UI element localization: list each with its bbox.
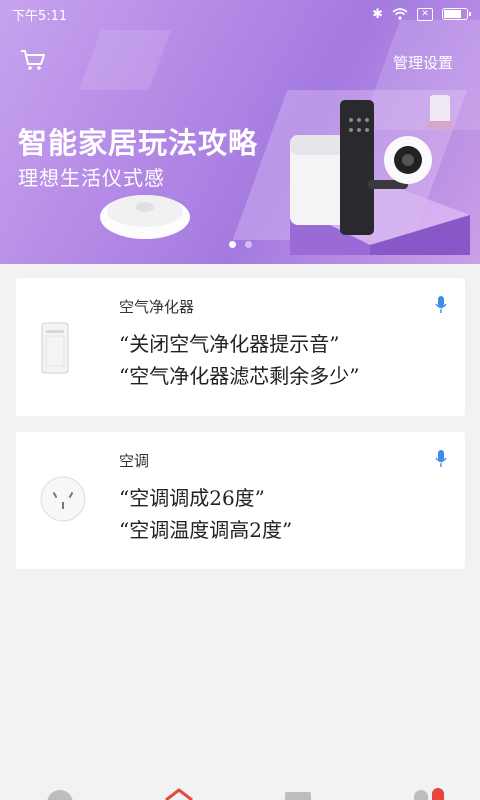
banner-pagination (229, 241, 252, 248)
banner-subtitle: 理想生活仪式感 (18, 166, 165, 190)
pagination-dot[interactable] (229, 241, 236, 248)
device-category: 空调 (119, 452, 150, 470)
wifi-icon (392, 8, 408, 20)
manage-settings-button[interactable]: 管理设置 (393, 52, 453, 73)
promo-banner[interactable]: 管理设置 智能家居玩法攻略 理想生活仪式感 (0, 0, 480, 264)
microphone-icon[interactable] (435, 296, 447, 314)
nav-house-icon[interactable] (164, 788, 194, 800)
device-category: 空气净化器 (119, 298, 195, 316)
nav-notification-dot (432, 788, 444, 800)
status-time: 下午5:11 (12, 8, 68, 24)
nav-list-icon[interactable] (285, 792, 311, 800)
voice-phrase[interactable]: “空调调成26度” (119, 482, 265, 511)
ac-socket-icon (40, 476, 86, 522)
nav-home-icon[interactable] (47, 790, 73, 800)
bluetooth-icon: ✱ (372, 6, 383, 22)
microphone-icon[interactable] (435, 450, 447, 468)
voice-phrase[interactable]: “空调温度调高2度” (119, 514, 292, 543)
cart-icon[interactable] (20, 48, 46, 72)
voice-phrase[interactable]: “关闭空气净化器提示音” (119, 328, 339, 357)
banner-title: 智能家居玩法攻略 (18, 126, 259, 160)
voice-phrase[interactable]: “空气净化器滤芯剩余多少” (119, 360, 359, 389)
battery-icon (442, 8, 471, 20)
pagination-dot[interactable] (245, 241, 252, 248)
nav-profile-icon[interactable] (414, 790, 428, 800)
air-purifier-icon (41, 322, 69, 374)
bottom-nav (0, 786, 480, 800)
voice-command-card[interactable]: 空调 “空调调成26度” “空调温度调高2度” (16, 432, 465, 569)
status-bar: 下午5:11 ✱ ✕ (0, 0, 480, 28)
sim-icon: ✕ (417, 7, 433, 21)
voice-command-card[interactable]: 空气净化器 “关闭空气净化器提示音” “空气净化器滤芯剩余多少” (16, 278, 465, 416)
